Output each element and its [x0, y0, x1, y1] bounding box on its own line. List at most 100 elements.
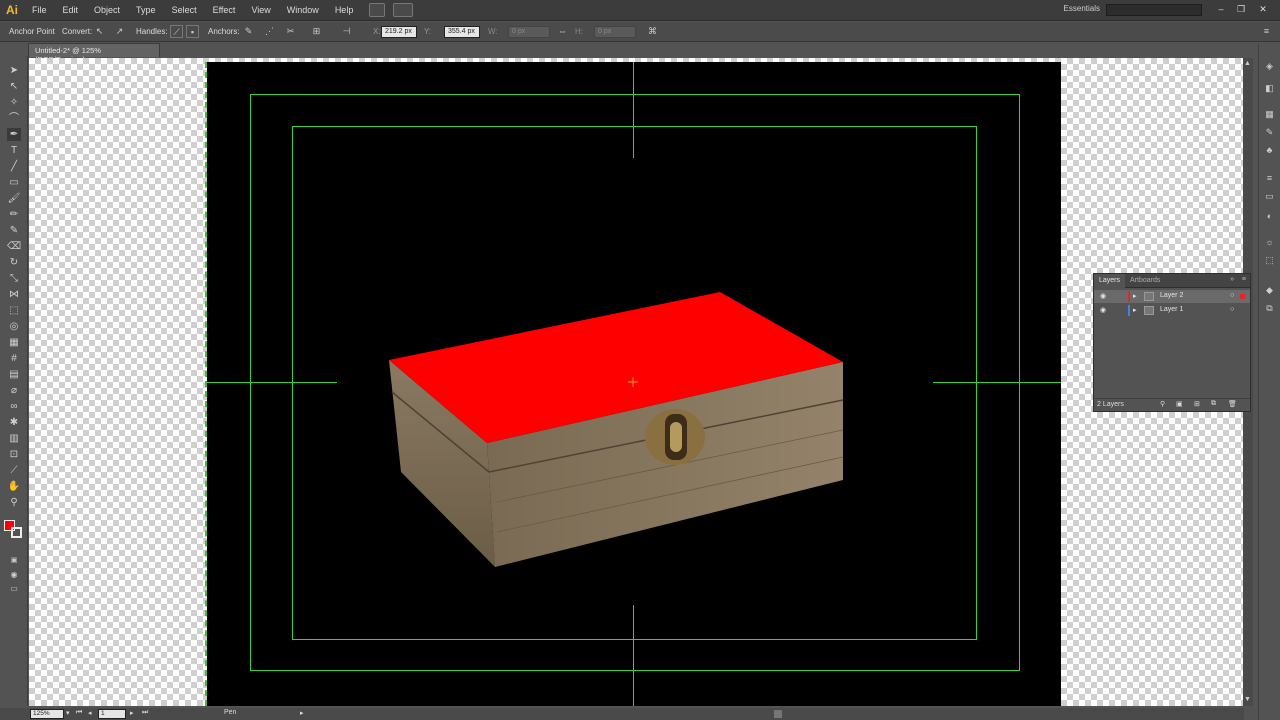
zoom-field[interactable]: 125% — [30, 709, 64, 719]
make-clipping-mask-icon[interactable]: ▣ — [1176, 400, 1183, 408]
panel-options-icon[interactable]: ≡ — [1242, 276, 1246, 283]
artboard-tool-icon[interactable]: ⊡ — [7, 448, 21, 461]
graphic-styles-icon[interactable]: ⬚ — [1263, 254, 1276, 266]
artboards-panel-icon[interactable]: ⧉ — [1263, 302, 1276, 314]
stroke-swatch[interactable] — [11, 527, 22, 538]
perspective-grid-tool-icon[interactable]: ▦ — [7, 336, 21, 349]
document-tab[interactable]: Untitled-2* @ 125% (RGB/Preview) — [28, 43, 160, 64]
magic-wand-tool-icon[interactable]: ✧ — [7, 96, 21, 109]
layer-row-1[interactable]: ◉ ▸ Layer 1 ○ — [1094, 304, 1250, 317]
tab-layers[interactable]: Layers — [1094, 273, 1126, 288]
x-field[interactable]: 219.2 px — [381, 26, 417, 38]
visibility-eye-icon[interactable]: ◉ — [1100, 306, 1106, 314]
scroll-up-icon[interactable]: ▲ — [1244, 60, 1252, 68]
pen-tool-icon[interactable]: ✒ — [7, 128, 21, 141]
brushes-icon[interactable]: ✎ — [1263, 126, 1276, 138]
last-artboard-icon[interactable]: ⏭ — [142, 709, 148, 717]
cut-path-icon[interactable]: ✂ — [284, 25, 297, 38]
delete-layer-icon[interactable]: 🗑 — [1228, 400, 1237, 408]
scroll-down-icon[interactable]: ▼ — [1244, 696, 1252, 704]
menu-edit[interactable]: Edit — [55, 5, 87, 15]
remove-anchor-icon[interactable]: ✎ — [242, 25, 255, 38]
rectangle-tool-icon[interactable]: ▭ — [7, 176, 21, 189]
workspace-switcher[interactable]: Essentials — [1064, 4, 1100, 13]
color-panel-icon[interactable]: ◈ — [1263, 60, 1276, 72]
zoom-tool-icon[interactable]: ⚲ — [7, 496, 21, 509]
blend-tool-icon[interactable]: ∞ — [7, 400, 21, 413]
gradient-tool-icon[interactable]: ▤ — [7, 368, 21, 381]
first-artboard-icon[interactable]: ⏮ — [76, 709, 82, 717]
locate-object-icon[interactable]: ⚲ — [1160, 400, 1165, 408]
scale-tool-icon[interactable]: ⤡ — [7, 272, 21, 285]
rotate-tool-icon[interactable]: ↻ — [7, 256, 21, 269]
drawing-mode-icon[interactable]: ◉ — [7, 568, 21, 581]
line-tool-icon[interactable]: ╱ — [7, 160, 21, 173]
search-input[interactable] — [1106, 4, 1202, 16]
lasso-tool-icon[interactable]: ⌒ — [7, 112, 21, 125]
isolate-icon[interactable]: ⊞ — [310, 25, 323, 38]
eraser-tool-icon[interactable]: ⌫ — [7, 240, 21, 253]
zoom-dropdown-icon[interactable]: ▾ — [66, 709, 70, 717]
mesh-tool-icon[interactable]: # — [7, 352, 21, 365]
menu-view[interactable]: View — [243, 5, 278, 15]
horizontal-scrollbar[interactable] — [316, 708, 1244, 720]
gradient-panel-icon[interactable]: ▭ — [1263, 190, 1276, 202]
paintbrush-tool-icon[interactable]: 🖌 — [7, 192, 21, 205]
blob-brush-tool-icon[interactable]: ✎ — [7, 224, 21, 237]
menu-select[interactable]: Select — [164, 5, 205, 15]
canvas[interactable] — [29, 58, 1245, 706]
convert-corner-icon[interactable]: ↖ — [93, 25, 106, 38]
close-button[interactable]: ✕ — [1254, 2, 1272, 16]
appearance-icon[interactable]: ☼ — [1263, 236, 1276, 248]
link-icon[interactable]: ⇔ — [556, 25, 569, 38]
screen-mode-icon[interactable]: ▭ — [7, 582, 21, 595]
status-menu-icon[interactable]: ▸ — [300, 709, 304, 717]
swatches-icon[interactable]: ▦ — [1263, 108, 1276, 120]
hide-handles-icon[interactable]: ▪ — [186, 25, 199, 38]
slice-tool-icon[interactable]: ⟋ — [7, 464, 21, 477]
prev-artboard-icon[interactable]: ◂ — [88, 709, 92, 717]
menu-type[interactable]: Type — [128, 5, 164, 15]
menu-file[interactable]: File — [24, 5, 55, 15]
box-artwork[interactable] — [207, 62, 1061, 706]
artboard-field[interactable]: 1 — [98, 709, 126, 719]
convert-smooth-icon[interactable]: ↗ — [113, 25, 126, 38]
layers-panel-icon[interactable]: ◆ — [1263, 284, 1276, 296]
create-sublayer-icon[interactable]: ⊞ — [1194, 400, 1200, 408]
expand-arrow-icon[interactable]: ▸ — [1133, 306, 1137, 314]
tab-artboards[interactable]: Artboards — [1125, 274, 1165, 288]
scroll-thumb[interactable] — [774, 710, 782, 718]
transparency-icon[interactable]: ◐ — [1263, 210, 1276, 222]
layer-name[interactable]: Layer 2 — [1160, 292, 1183, 299]
direct-selection-tool-icon[interactable]: ↖ — [7, 80, 21, 93]
connect-anchor-icon[interactable]: ⋰ — [263, 25, 276, 38]
menu-window[interactable]: Window — [279, 5, 327, 15]
panel-collapse-icon[interactable]: » — [1230, 276, 1234, 283]
show-handles-icon[interactable]: ⟋ — [170, 25, 183, 38]
panel-menu-icon[interactable]: ≡ — [1260, 25, 1273, 38]
create-layer-icon[interactable]: ⧉ — [1211, 400, 1216, 408]
selection-tool-icon[interactable]: ➤ — [7, 64, 21, 77]
layer-name[interactable]: Layer 1 — [1160, 306, 1183, 313]
align-icon[interactable]: ⊣ — [340, 25, 353, 38]
pencil-tool-icon[interactable]: ✏ — [7, 208, 21, 221]
y-field[interactable]: 355.4 px — [444, 26, 480, 38]
stroke-panel-icon[interactable]: ≡ — [1263, 172, 1276, 184]
symbols-icon[interactable]: ♣ — [1263, 144, 1276, 156]
next-artboard-icon[interactable]: ▸ — [130, 709, 134, 717]
eyedropper-tool-icon[interactable]: ⌀ — [7, 384, 21, 397]
hand-tool-icon[interactable]: ✋ — [7, 480, 21, 493]
artboard[interactable] — [207, 62, 1061, 706]
minimize-button[interactable]: – — [1212, 2, 1230, 16]
restore-button[interactable]: ❐ — [1232, 2, 1250, 16]
layer-row-2[interactable]: ◉ ▸ Layer 2 ○ — [1094, 290, 1250, 303]
arrange-documents-icon[interactable] — [393, 3, 414, 17]
h-field[interactable]: 0 px — [594, 26, 636, 38]
width-tool-icon[interactable]: ⋈ — [7, 288, 21, 301]
visibility-eye-icon[interactable]: ◉ — [1100, 292, 1106, 300]
selection-indicator[interactable] — [1240, 294, 1245, 299]
target-icon[interactable]: ○ — [1230, 292, 1234, 299]
symbol-sprayer-tool-icon[interactable]: ✱ — [7, 416, 21, 429]
column-graph-tool-icon[interactable]: ▥ — [7, 432, 21, 445]
color-mode-icon[interactable]: ▣ — [7, 554, 21, 567]
